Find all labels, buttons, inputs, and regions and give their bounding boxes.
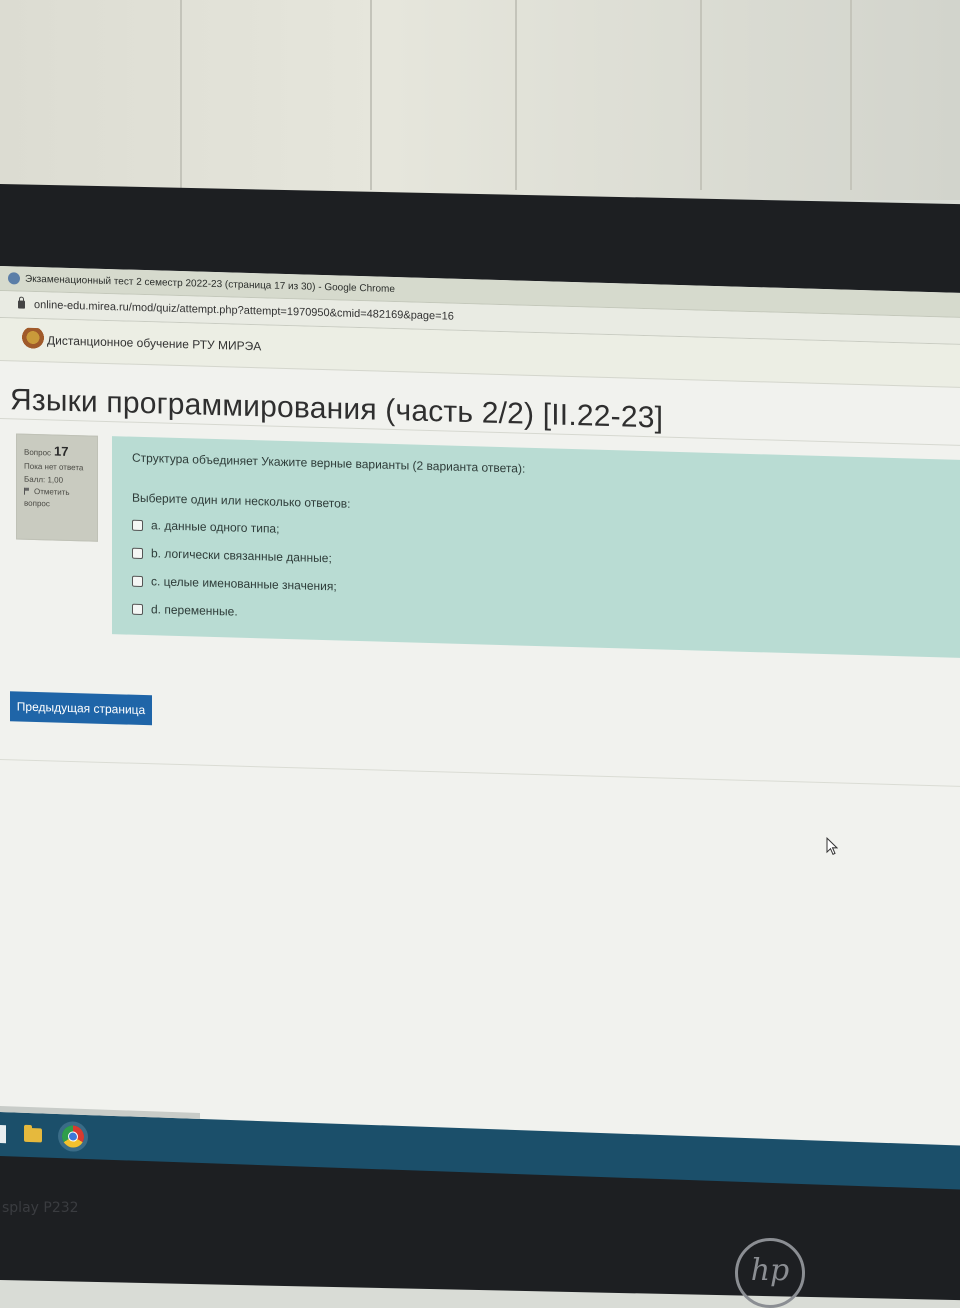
coat-of-arms-icon[interactable] (22, 327, 44, 353)
question-content: Структура объединяет Укажите верные вари… (112, 436, 960, 659)
chrome-icon[interactable] (62, 1125, 84, 1148)
option-label[interactable]: d. переменные. (151, 602, 238, 618)
start-icon[interactable] (0, 1125, 6, 1144)
option-label[interactable]: c. целые именованные значения; (151, 574, 337, 593)
question-text: Структура объединяет Укажите верные вари… (132, 450, 526, 476)
checkbox[interactable] (132, 547, 143, 559)
checkbox[interactable] (132, 575, 143, 587)
site-name-link[interactable]: Дистанционное обучение РТУ МИРЭА (47, 333, 261, 353)
question-label: Вопрос (24, 447, 52, 458)
option-label[interactable]: b. логически связанные данные; (151, 546, 332, 565)
wall-seam (370, 0, 372, 190)
flag-label[interactable]: Отметить вопрос (24, 487, 70, 509)
chrome-window-icon (8, 272, 20, 285)
lock-icon (18, 300, 25, 309)
monitor-model-label: splay P232 (2, 1200, 79, 1216)
wall-seam (850, 0, 852, 190)
question-info-panel: Вопрос 17 Пока нет ответа Балл: 1,00 Отме… (16, 433, 98, 542)
option-label[interactable]: a. данные одного типа; (151, 518, 279, 536)
wall-seam (700, 0, 702, 190)
mouse-cursor-icon (826, 837, 838, 855)
hp-logo: hp (735, 1238, 805, 1308)
browser-screen: Экзаменационный тест 2 семестр 2022-23 (… (0, 266, 960, 1163)
wall-seam (180, 0, 182, 190)
flag-icon (24, 487, 30, 496)
wall-background (0, 0, 960, 200)
question-number: 17 (54, 443, 69, 459)
checkbox[interactable] (132, 519, 143, 531)
wall-seam (515, 0, 517, 190)
file-explorer-icon[interactable] (24, 1127, 42, 1143)
url-text[interactable]: online-edu.mirea.ru/mod/quiz/attempt.php… (34, 299, 454, 323)
quiz-area: Вопрос 17 Пока нет ответа Балл: 1,00 Отме… (0, 419, 960, 696)
window-title: Экзаменационный тест 2 семестр 2022-23 (… (25, 273, 395, 295)
question-number-row: Вопрос 17 (24, 441, 97, 463)
flag-question-link[interactable]: Отметить вопрос (24, 486, 97, 513)
previous-page-button[interactable]: Предыдущая страница (10, 691, 152, 726)
checkbox[interactable] (132, 603, 143, 615)
